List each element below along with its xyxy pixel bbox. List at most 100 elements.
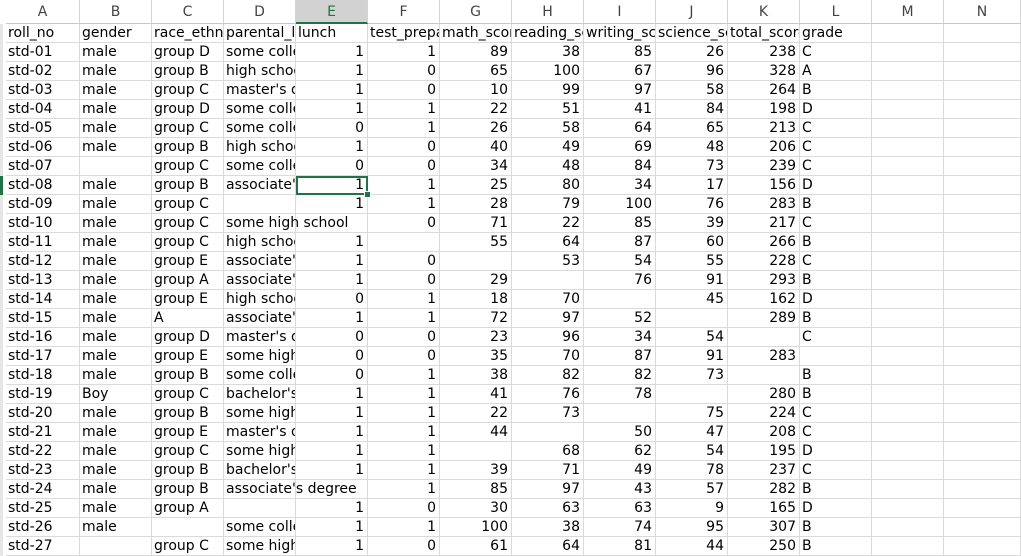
- cell-d5[interactable]: some college: [224, 100, 296, 119]
- cell-h17[interactable]: 96: [512, 328, 584, 347]
- cell-a14[interactable]: std-13: [6, 271, 80, 290]
- cell-g25[interactable]: 85: [440, 480, 512, 499]
- cell-b25[interactable]: male: [80, 480, 152, 499]
- cell-d9[interactable]: associate's degree: [224, 176, 296, 195]
- cell-i11[interactable]: 85: [584, 214, 656, 233]
- cell-h10[interactable]: 79: [512, 195, 584, 214]
- cell-f14[interactable]: 0: [368, 271, 440, 290]
- cell-j26[interactable]: 9: [656, 499, 728, 518]
- cell-c16[interactable]: A: [152, 309, 224, 328]
- cell-d18[interactable]: some high school: [224, 347, 296, 366]
- cell-k8[interactable]: 239: [728, 157, 800, 176]
- cell-m24[interactable]: [872, 461, 944, 480]
- cell-k6[interactable]: 213: [728, 119, 800, 138]
- cell-h22[interactable]: [512, 423, 584, 442]
- cell-k20[interactable]: 280: [728, 385, 800, 404]
- cell-h23[interactable]: 68: [512, 442, 584, 461]
- cell-d19[interactable]: some college: [224, 366, 296, 385]
- cell-h25[interactable]: 97: [512, 480, 584, 499]
- cell-k9[interactable]: 156: [728, 176, 800, 195]
- cell-g18[interactable]: 35: [440, 347, 512, 366]
- cell-c12[interactable]: group C: [152, 233, 224, 252]
- cell-i4[interactable]: 97: [584, 81, 656, 100]
- cell-e2[interactable]: 1: [296, 43, 368, 62]
- cell-h5[interactable]: 51: [512, 100, 584, 119]
- cell-b5[interactable]: male: [80, 100, 152, 119]
- cell-j21[interactable]: 75: [656, 404, 728, 423]
- row-header-8[interactable]: [0, 157, 3, 176]
- cell-c9[interactable]: group B: [152, 176, 224, 195]
- cell-b24[interactable]: male: [80, 461, 152, 480]
- cell-m14[interactable]: [872, 271, 944, 290]
- cell-d2[interactable]: some college: [224, 43, 296, 62]
- cell-g16[interactable]: 72: [440, 309, 512, 328]
- cell-n1[interactable]: [944, 24, 1021, 43]
- cell-c1[interactable]: race_ethnicity: [152, 24, 224, 43]
- cell-k25[interactable]: 282: [728, 480, 800, 499]
- cell-e21[interactable]: 1: [296, 404, 368, 423]
- cell-f18[interactable]: 0: [368, 347, 440, 366]
- cell-i2[interactable]: 85: [584, 43, 656, 62]
- row-header-27[interactable]: [0, 518, 3, 537]
- cell-e19[interactable]: 0: [296, 366, 368, 385]
- cell-b18[interactable]: male: [80, 347, 152, 366]
- cell-j18[interactable]: 91: [656, 347, 728, 366]
- column-header-f[interactable]: F: [368, 0, 440, 24]
- cell-m28[interactable]: [872, 537, 944, 556]
- cell-k16[interactable]: 289: [728, 309, 800, 328]
- cell-h6[interactable]: 58: [512, 119, 584, 138]
- cell-k14[interactable]: 293: [728, 271, 800, 290]
- cell-i7[interactable]: 69: [584, 138, 656, 157]
- cell-a5[interactable]: std-04: [6, 100, 80, 119]
- row-header-1[interactable]: [0, 24, 3, 43]
- cell-c17[interactable]: group D: [152, 328, 224, 347]
- row-header-4[interactable]: [0, 81, 3, 100]
- cell-g4[interactable]: 10: [440, 81, 512, 100]
- cell-a11[interactable]: std-10: [6, 214, 80, 233]
- cell-h8[interactable]: 48: [512, 157, 584, 176]
- cell-n12[interactable]: [944, 233, 1021, 252]
- cell-i17[interactable]: 34: [584, 328, 656, 347]
- cell-a13[interactable]: std-12: [6, 252, 80, 271]
- cell-a12[interactable]: std-11: [6, 233, 80, 252]
- cell-d1[interactable]: parental_level_of_education: [224, 24, 296, 43]
- cell-j23[interactable]: 54: [656, 442, 728, 461]
- cell-j16[interactable]: [656, 309, 728, 328]
- cell-k13[interactable]: 228: [728, 252, 800, 271]
- cell-i14[interactable]: 76: [584, 271, 656, 290]
- cell-k7[interactable]: 206: [728, 138, 800, 157]
- cell-m1[interactable]: [872, 24, 944, 43]
- column-header-n[interactable]: N: [944, 0, 1021, 24]
- cell-c13[interactable]: group E: [152, 252, 224, 271]
- cell-h19[interactable]: 82: [512, 366, 584, 385]
- cell-n22[interactable]: [944, 423, 1021, 442]
- cell-j9[interactable]: 17: [656, 176, 728, 195]
- cell-n28[interactable]: [944, 537, 1021, 556]
- cell-l18[interactable]: [800, 347, 872, 366]
- cell-j24[interactable]: 78: [656, 461, 728, 480]
- cell-n21[interactable]: [944, 404, 1021, 423]
- cell-f5[interactable]: 1: [368, 100, 440, 119]
- row-header-25[interactable]: [0, 480, 3, 499]
- cell-c7[interactable]: group B: [152, 138, 224, 157]
- cell-g27[interactable]: 100: [440, 518, 512, 537]
- cell-n19[interactable]: [944, 366, 1021, 385]
- row-header-12[interactable]: [0, 233, 3, 252]
- cell-i21[interactable]: [584, 404, 656, 423]
- cell-n16[interactable]: [944, 309, 1021, 328]
- cell-d10[interactable]: [224, 195, 296, 214]
- cell-n20[interactable]: [944, 385, 1021, 404]
- cell-j14[interactable]: 91: [656, 271, 728, 290]
- cell-b16[interactable]: male: [80, 309, 152, 328]
- cell-f16[interactable]: 1: [368, 309, 440, 328]
- cell-a8[interactable]: std-07: [6, 157, 80, 176]
- cell-e1[interactable]: lunch: [296, 24, 368, 43]
- cell-k24[interactable]: 237: [728, 461, 800, 480]
- cell-l22[interactable]: C: [800, 423, 872, 442]
- cell-j7[interactable]: 48: [656, 138, 728, 157]
- cell-c26[interactable]: group A: [152, 499, 224, 518]
- cell-h3[interactable]: 100: [512, 62, 584, 81]
- cell-c23[interactable]: group C: [152, 442, 224, 461]
- cell-d6[interactable]: some college: [224, 119, 296, 138]
- cell-d7[interactable]: high school: [224, 138, 296, 157]
